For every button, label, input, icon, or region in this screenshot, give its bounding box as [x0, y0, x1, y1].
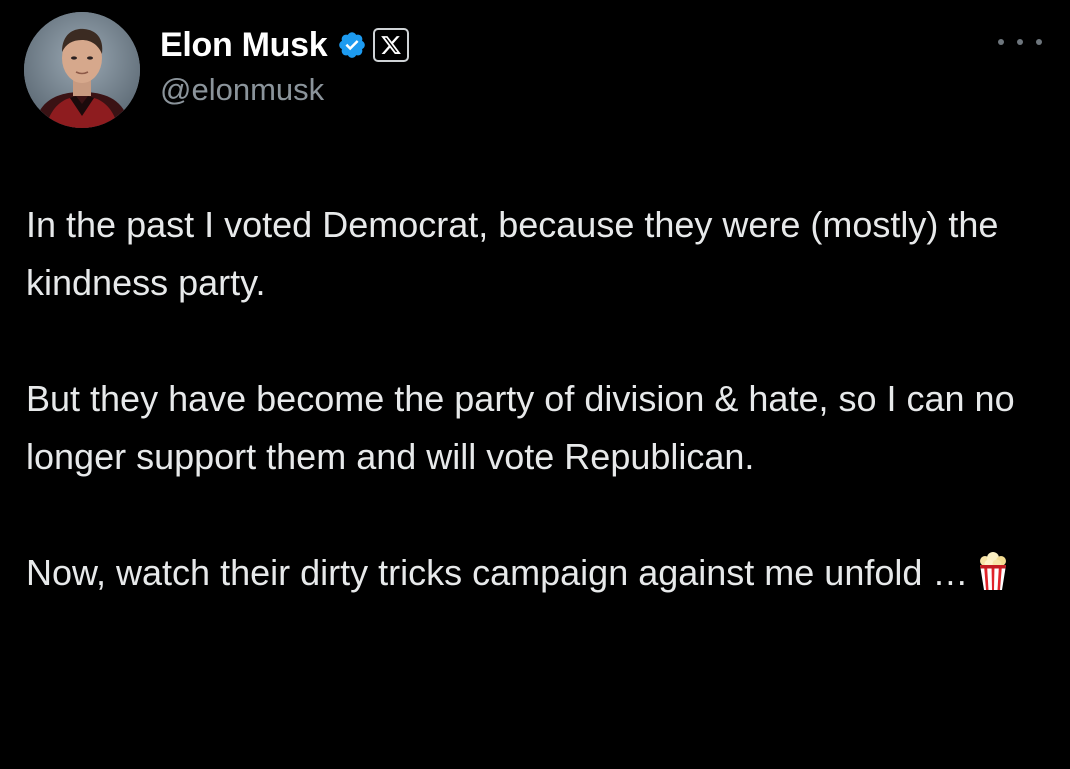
tweet-paragraph-text: Now, watch their dirty tricks campaign a… — [26, 552, 969, 593]
x-logo-icon — [381, 36, 402, 54]
profile-avatar[interactable] — [24, 12, 140, 128]
tweet-paragraph: But they have become the party of divisi… — [26, 378, 1015, 477]
name-row: Elon Musk — [160, 22, 410, 68]
tweet-header: Elon Musk @elonmusk — [160, 22, 410, 108]
tweet-card: Elon Musk @elonmusk In the past I voted … — [0, 0, 1070, 769]
more-options-icon — [998, 39, 1004, 45]
user-handle[interactable]: @elonmusk — [160, 72, 409, 108]
tweet-paragraph: In the past I voted Democrat, because th… — [26, 204, 999, 303]
display-name[interactable]: Elon Musk — [160, 26, 328, 65]
tweet-paragraph-last: Now, watch their dirty tricks campaign a… — [26, 544, 1036, 602]
more-options-button[interactable] — [998, 30, 1042, 54]
x-affiliate-badge[interactable] — [373, 28, 410, 62]
tweet-text: In the past I voted Democrat, because th… — [26, 196, 1036, 602]
verified-badge-icon — [337, 30, 367, 60]
popcorn-icon — [976, 550, 1010, 590]
avatar-image — [24, 12, 140, 128]
